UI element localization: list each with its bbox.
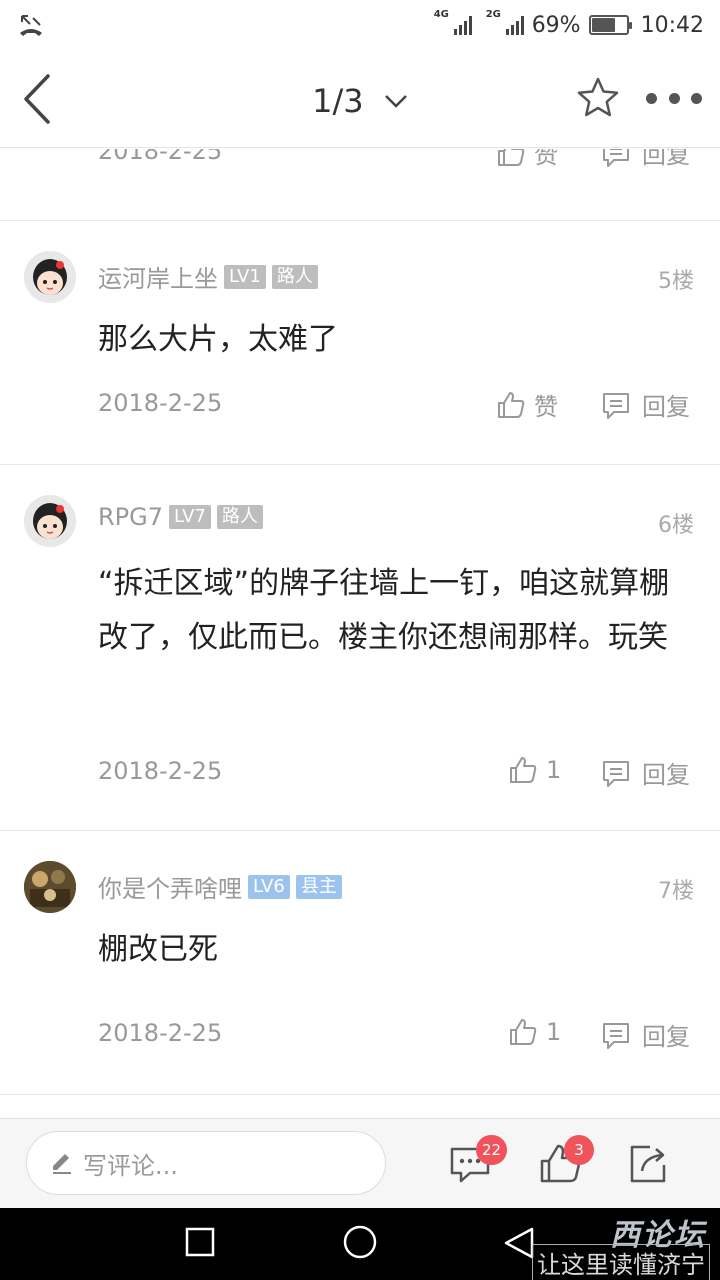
- page-indicator: 1/3: [312, 82, 364, 120]
- share-icon: [630, 1145, 666, 1183]
- thumbs-up-icon: [498, 391, 525, 418]
- reply-button[interactable]: 回复: [600, 755, 690, 790]
- like-label: 赞: [534, 393, 558, 421]
- floor-number: 5楼: [658, 269, 694, 294]
- cartoon-avatar-icon: [24, 495, 76, 547]
- reply-label: 回复: [642, 393, 690, 421]
- forum-watermark: 西论坛 让这里读懂济宁: [514, 1210, 714, 1280]
- comment-count-badge: 22: [476, 1135, 508, 1165]
- title-badge: 路人: [216, 505, 263, 529]
- comment-date: 2018-2-25: [98, 757, 223, 785]
- like-button[interactable]: 1: [508, 1017, 561, 1047]
- user-info-row: 你是个弄啥哩 LV6 县主: [98, 869, 342, 904]
- bottom-action-bar: 写评论... 22 3: [0, 1118, 720, 1208]
- more-dot-icon: [691, 92, 702, 104]
- level-badge: LV7: [169, 505, 211, 529]
- floor-number: 7楼: [658, 879, 694, 904]
- more-options-button[interactable]: [646, 88, 702, 108]
- avatar[interactable]: [24, 861, 76, 913]
- reply-bubble-icon: [603, 760, 629, 787]
- user-info-row: 运河岸上坐 LV1 路人: [98, 259, 318, 294]
- username[interactable]: 运河岸上坐: [98, 259, 218, 294]
- square-icon: [185, 1227, 215, 1257]
- watermark-slogan: 让这里读懂济宁: [532, 1244, 710, 1280]
- reply-bubble-icon: [603, 1022, 629, 1049]
- reply-bubble-icon: [603, 149, 629, 167]
- reply-bubble-icon: [603, 392, 629, 419]
- like-post-button[interactable]: 3: [538, 1135, 594, 1187]
- missed-call-icon: [18, 13, 44, 37]
- reply-label: 回复: [642, 1023, 690, 1051]
- star-icon: [577, 77, 619, 117]
- share-button[interactable]: [626, 1141, 672, 1187]
- cartoon-avatar-icon: [24, 251, 76, 303]
- comment-item-partial: 2018-2-25 赞 回复: [0, 149, 720, 221]
- comment-placeholder: 写评论...: [83, 1151, 178, 1180]
- top-nav-bar: 1/3: [0, 50, 720, 148]
- reply-label: 回复: [642, 761, 690, 789]
- thumbs-up-icon: [510, 757, 537, 783]
- like-button[interactable]: 赞: [496, 387, 558, 422]
- signal-2g-icon: 2G: [486, 9, 524, 35]
- like-count: 1: [546, 1018, 562, 1046]
- chevron-down-icon: [384, 78, 408, 116]
- reply-button[interactable]: 回复: [600, 149, 690, 170]
- reply-label: 回复: [642, 149, 690, 169]
- circle-icon: [343, 1225, 377, 1259]
- comment-date: 2018-2-25: [98, 1019, 223, 1047]
- battery-percent: 69%: [531, 12, 581, 38]
- comment-list[interactable]: 2018-2-25 赞 回复 运河岸上坐 LV1 路人 5楼 那么大片，太难了 …: [0, 149, 720, 1117]
- username[interactable]: 你是个弄啥哩: [98, 869, 242, 904]
- avatar[interactable]: [24, 251, 76, 303]
- like-label: 赞: [534, 149, 558, 169]
- clock: 10:42: [640, 12, 704, 38]
- comments-button[interactable]: 22: [448, 1135, 508, 1187]
- pencil-icon: [53, 1154, 71, 1174]
- comment-item: 运河岸上坐 LV1 路人 5楼 那么大片，太难了 2018-2-25 赞 回复: [0, 221, 720, 465]
- comment-date: 2018-2-25: [98, 389, 223, 417]
- home-button[interactable]: [342, 1224, 378, 1264]
- user-info-row: RPG7 LV7 路人: [98, 503, 263, 531]
- comment-item: RPG7 LV7 路人 6楼 “拆迁区域”的牌子往墙上一钉，咱这就算棚改了，仅此…: [0, 465, 720, 831]
- battery-fill: [591, 18, 616, 32]
- username[interactable]: RPG7: [98, 503, 163, 531]
- title-badge: 路人: [271, 264, 318, 289]
- reply-button[interactable]: 回复: [600, 1017, 690, 1052]
- comment-input[interactable]: 写评论...: [26, 1131, 386, 1195]
- network-label-4g: 4G: [433, 9, 449, 20]
- like-count: 1: [546, 756, 562, 784]
- floor-number: 6楼: [658, 513, 694, 538]
- battery-icon: [588, 15, 632, 35]
- title-badge: 县主: [295, 874, 342, 899]
- level-badge: LV1: [224, 264, 266, 289]
- like-button[interactable]: 1: [508, 755, 561, 785]
- network-label-2g: 2G: [485, 9, 501, 20]
- more-dot-icon: [668, 92, 680, 104]
- more-dot-icon: [646, 92, 657, 104]
- reply-button[interactable]: 回复: [600, 387, 690, 422]
- recent-apps-button[interactable]: [184, 1226, 216, 1262]
- favorite-button[interactable]: [574, 74, 622, 122]
- comment-content: “拆迁区域”的牌子往墙上一钉，咱这就算棚改了，仅此而已。楼主你还想闹那样。玩笑: [98, 566, 670, 655]
- photo-avatar-icon: [24, 861, 76, 913]
- status-bar: 4G 2G 69% 10:42: [0, 0, 720, 50]
- comment-date: 2018-2-25: [98, 149, 223, 165]
- comment-content: 那么大片，太难了: [98, 322, 338, 357]
- level-badge: LV6: [248, 874, 290, 899]
- comment-item: 你是个弄啥哩 LV6 县主 7楼 棚改已死 2018-2-25 1 回复: [0, 831, 720, 1095]
- avatar[interactable]: [24, 495, 76, 547]
- system-navigation-bar: 西论坛 让这里读懂济宁: [0, 1208, 720, 1280]
- comment-content: 棚改已死: [98, 932, 218, 967]
- signal-4g-icon: 4G: [434, 9, 472, 35]
- thumbs-up-icon: [510, 1019, 537, 1045]
- thumbs-up-icon: [498, 149, 525, 166]
- like-button[interactable]: 赞: [496, 149, 558, 170]
- like-count-badge: 3: [564, 1135, 594, 1165]
